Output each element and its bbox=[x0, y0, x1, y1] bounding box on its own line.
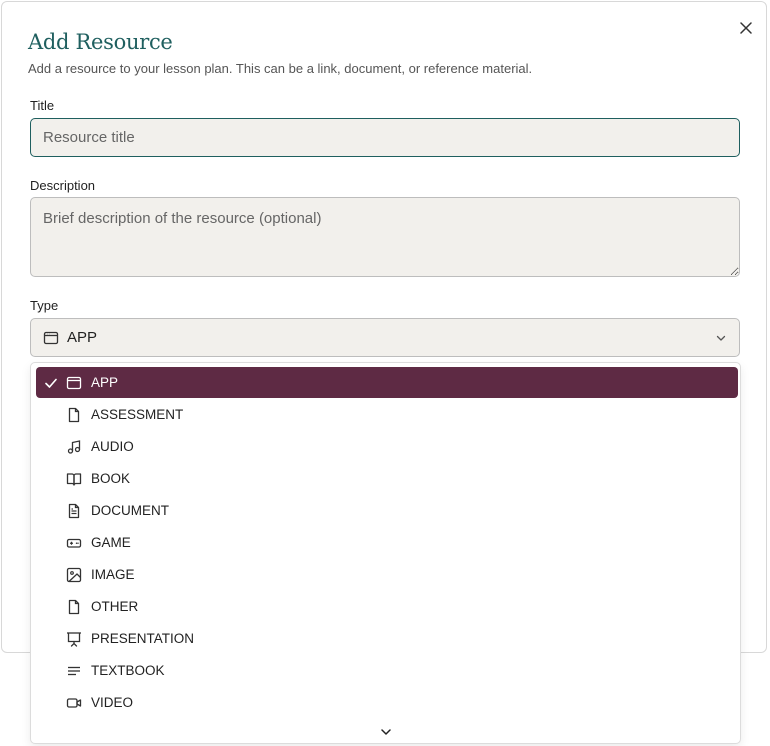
chevron-down-icon bbox=[715, 332, 727, 344]
type-option-app[interactable]: APP bbox=[36, 367, 738, 398]
type-select-value: APP bbox=[67, 329, 98, 346]
gamepad-icon bbox=[66, 535, 82, 551]
checkmark-icon bbox=[44, 376, 66, 390]
dialog-subtitle: Add a resource to your lesson plan. This… bbox=[28, 61, 533, 76]
scroll-down-button[interactable] bbox=[378, 725, 394, 739]
close-icon bbox=[740, 22, 752, 34]
type-option-assessment[interactable]: ASSESSMENT bbox=[36, 399, 738, 430]
description-label: Description bbox=[30, 178, 96, 193]
option-label: VIDEO bbox=[91, 695, 134, 710]
option-label: GAME bbox=[91, 535, 131, 550]
type-option-document[interactable]: DOCUMENT bbox=[36, 495, 738, 526]
type-option-other[interactable]: OTHER bbox=[36, 591, 738, 622]
file-text-icon bbox=[66, 503, 82, 519]
type-option-image[interactable]: IMAGE bbox=[36, 559, 738, 590]
app-window-icon bbox=[66, 375, 82, 391]
description-textarea[interactable] bbox=[30, 197, 740, 277]
file-icon bbox=[66, 407, 82, 423]
type-option-video[interactable]: VIDEO bbox=[36, 687, 738, 718]
type-dropdown-list: APP ASSESSMENT AUDIO BOOK DOCUMENT GAME … bbox=[30, 362, 741, 744]
chevron-down-icon bbox=[381, 729, 391, 735]
option-label: AUDIO bbox=[91, 439, 134, 454]
option-label: BOOK bbox=[91, 471, 131, 486]
video-camera-icon bbox=[66, 695, 82, 711]
title-label: Title bbox=[30, 98, 55, 113]
dialog-title: Add Resource bbox=[28, 30, 173, 54]
type-option-audio[interactable]: AUDIO bbox=[36, 431, 738, 462]
type-option-presentation[interactable]: PRESENTATION bbox=[36, 623, 738, 654]
open-book-icon bbox=[66, 471, 82, 487]
option-label: TEXTBOOK bbox=[91, 663, 165, 678]
option-label: PRESENTATION bbox=[91, 631, 195, 646]
type-option-game[interactable]: GAME bbox=[36, 527, 738, 558]
option-label: IMAGE bbox=[91, 567, 135, 582]
type-label: Type bbox=[30, 298, 59, 313]
file-icon bbox=[66, 599, 82, 615]
app-window-icon bbox=[43, 330, 59, 346]
type-select[interactable]: APP bbox=[30, 318, 740, 357]
presentation-icon bbox=[66, 631, 82, 647]
type-option-book[interactable]: BOOK bbox=[36, 463, 738, 494]
music-note-icon bbox=[66, 439, 82, 455]
option-label: ASSESSMENT bbox=[91, 407, 184, 422]
option-label: OTHER bbox=[91, 599, 139, 614]
image-icon bbox=[66, 567, 82, 583]
option-label: APP bbox=[91, 375, 119, 390]
text-lines-icon bbox=[66, 663, 82, 679]
option-label: DOCUMENT bbox=[91, 503, 169, 518]
title-input[interactable] bbox=[30, 118, 740, 157]
type-option-textbook[interactable]: TEXTBOOK bbox=[36, 655, 738, 686]
close-button[interactable] bbox=[736, 18, 756, 38]
